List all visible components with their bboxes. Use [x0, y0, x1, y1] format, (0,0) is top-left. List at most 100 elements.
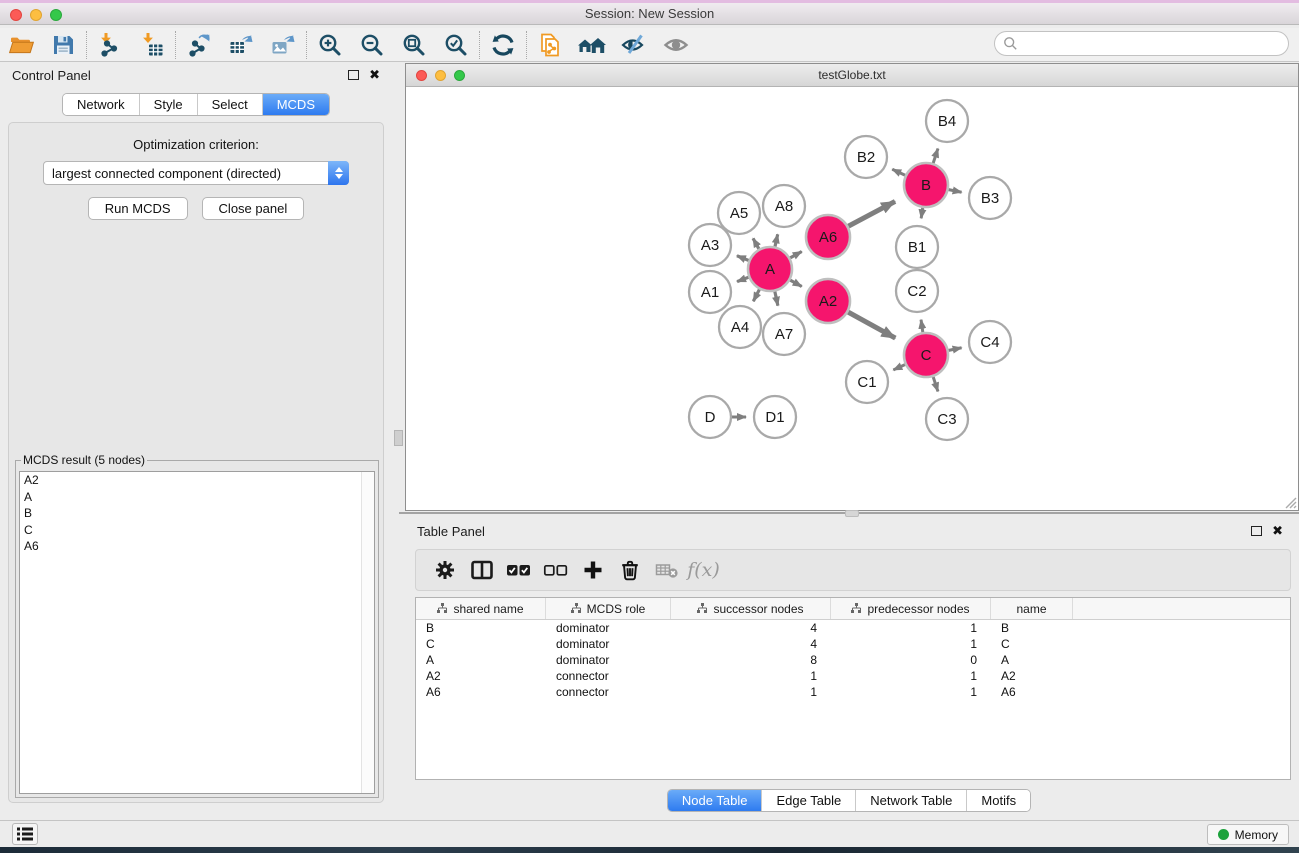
delete-table-button[interactable] [648, 553, 685, 587]
graph-node-C4[interactable]: C4 [969, 321, 1011, 363]
table-row[interactable]: Bdominator41B [416, 620, 1290, 636]
column-header-predecessor-nodes[interactable]: predecessor nodes [831, 598, 991, 619]
mcds-result-item[interactable]: A6 [20, 538, 374, 555]
network-graph[interactable]: B4 B2 B B3 A5A8A6 B1 A3 A A1 C2 A2 A4A7 C4 C C1 C3 D D1 [406, 87, 1298, 510]
close-panel-button[interactable]: Close panel [202, 197, 305, 220]
zoom-in-button[interactable] [309, 29, 351, 61]
graph-node-A[interactable]: A [748, 247, 792, 291]
float-panel-icon[interactable] [348, 70, 359, 80]
mcds-result-list[interactable]: A2ABCA6 [19, 471, 375, 794]
import-table-button[interactable] [131, 29, 173, 61]
memory-button[interactable]: Memory [1207, 824, 1289, 845]
close-panel-icon[interactable]: ✖ [1272, 526, 1283, 536]
graph-node-A6[interactable]: A6 [806, 215, 850, 259]
table-row[interactable]: Adominator80A [416, 652, 1290, 668]
save-session-button[interactable] [42, 29, 84, 61]
minimize-view-button[interactable] [435, 70, 446, 81]
zoom-view-button[interactable] [454, 70, 465, 81]
optimization-criterion-select[interactable]: largest connected component (directed) [43, 161, 349, 185]
close-panel-icon[interactable]: ✖ [369, 70, 380, 80]
network-from-clipboard-button[interactable] [529, 29, 571, 61]
table-cell[interactable]: 0 [831, 653, 991, 667]
table-cell[interactable]: connector [546, 669, 671, 683]
graph-node-B2[interactable]: B2 [845, 136, 887, 178]
export-image-button[interactable] [262, 29, 304, 61]
show-graphics-details-button[interactable] [655, 29, 697, 61]
column-header-successor-nodes[interactable]: successor nodes [671, 598, 831, 619]
show-tasks-button[interactable] [12, 823, 38, 845]
table-cell[interactable]: 4 [671, 621, 831, 635]
add-column-button[interactable] [574, 553, 611, 587]
select-all-button[interactable] [500, 553, 537, 587]
graph-node-A1[interactable]: A1 [689, 271, 731, 313]
function-builder-button[interactable]: f(x) [685, 553, 722, 587]
graph-node-A4[interactable]: A4 [719, 306, 761, 348]
table-cell[interactable]: 8 [671, 653, 831, 667]
tab-edge-table[interactable]: Edge Table [762, 790, 856, 811]
graph-node-D[interactable]: D [689, 396, 731, 438]
deselect-all-button[interactable] [537, 553, 574, 587]
table-cell[interactable]: B [416, 621, 546, 635]
table-cell[interactable]: A2 [416, 669, 546, 683]
tab-mcds[interactable]: MCDS [263, 94, 329, 115]
mcds-result-item[interactable]: A [20, 489, 374, 506]
graph-node-B3[interactable]: B3 [969, 177, 1011, 219]
graph-node-D1[interactable]: D1 [754, 396, 796, 438]
home-button[interactable] [571, 29, 613, 61]
column-header-MCDS-role[interactable]: MCDS role [546, 598, 671, 619]
open-session-button[interactable] [0, 29, 42, 61]
mcds-result-item[interactable]: C [20, 522, 374, 539]
close-view-button[interactable] [416, 70, 427, 81]
zoom-out-button[interactable] [351, 29, 393, 61]
graph-node-A2[interactable]: A2 [806, 279, 850, 323]
graph-node-C[interactable]: C [904, 333, 948, 377]
graph-node-B[interactable]: B [904, 163, 948, 207]
run-mcds-button[interactable]: Run MCDS [88, 197, 188, 220]
graph-node-A8[interactable]: A8 [763, 185, 805, 227]
hide-graphics-details-button[interactable] [613, 29, 655, 61]
table-cell[interactable]: B [991, 621, 1073, 635]
zoom-selected-button[interactable] [435, 29, 477, 61]
vertical-splitter-grip[interactable] [394, 430, 403, 446]
network-canvas[interactable]: B4 B2 B B3 A5A8A6 B1 A3 A A1 C2 A2 A4A7 C4 C C1 C3 D D1 [406, 87, 1298, 510]
table-row[interactable]: A2connector11A2 [416, 668, 1290, 684]
graph-node-C3[interactable]: C3 [926, 398, 968, 440]
resize-grip-icon[interactable] [1283, 495, 1297, 509]
graph-node-B1[interactable]: B1 [896, 226, 938, 268]
column-header-name[interactable]: name [991, 598, 1073, 619]
table-cell[interactable]: A2 [991, 669, 1073, 683]
split-view-button[interactable] [463, 553, 500, 587]
zoom-fit-button[interactable] [393, 29, 435, 61]
mcds-result-item[interactable]: A2 [20, 472, 374, 489]
graph-node-A3[interactable]: A3 [689, 224, 731, 266]
graph-node-C1[interactable]: C1 [846, 361, 888, 403]
table-cell[interactable]: A [416, 653, 546, 667]
export-table-button[interactable] [220, 29, 262, 61]
import-network-button[interactable] [89, 29, 131, 61]
column-header-shared-name[interactable]: shared name [416, 598, 546, 619]
horizontal-splitter-grip[interactable] [845, 510, 859, 517]
table-cell[interactable]: connector [546, 685, 671, 699]
close-window-button[interactable] [10, 9, 22, 21]
table-cell[interactable]: A [991, 653, 1073, 667]
zoom-window-button[interactable] [50, 9, 62, 21]
tab-select[interactable]: Select [198, 94, 263, 115]
table-cell[interactable]: C [416, 637, 546, 651]
scrollbar-track[interactable] [361, 472, 374, 793]
table-row[interactable]: A6connector11A6 [416, 684, 1290, 700]
table-settings-button[interactable] [426, 553, 463, 587]
table-cell[interactable]: 1 [671, 669, 831, 683]
table-cell[interactable]: dominator [546, 621, 671, 635]
table-cell[interactable]: 1 [831, 637, 991, 651]
mcds-result-item[interactable]: B [20, 505, 374, 522]
table-cell[interactable]: 1 [831, 621, 991, 635]
tab-network[interactable]: Network [63, 94, 140, 115]
graph-node-B4[interactable]: B4 [926, 100, 968, 142]
table-cell[interactable]: 1 [831, 669, 991, 683]
apply-layout-button[interactable] [482, 29, 524, 61]
graph-node-A5[interactable]: A5 [718, 192, 760, 234]
table-cell[interactable]: dominator [546, 653, 671, 667]
graph-node-C2[interactable]: C2 [896, 270, 938, 312]
graph-node-A7[interactable]: A7 [763, 313, 805, 355]
tab-motifs[interactable]: Motifs [967, 790, 1030, 811]
